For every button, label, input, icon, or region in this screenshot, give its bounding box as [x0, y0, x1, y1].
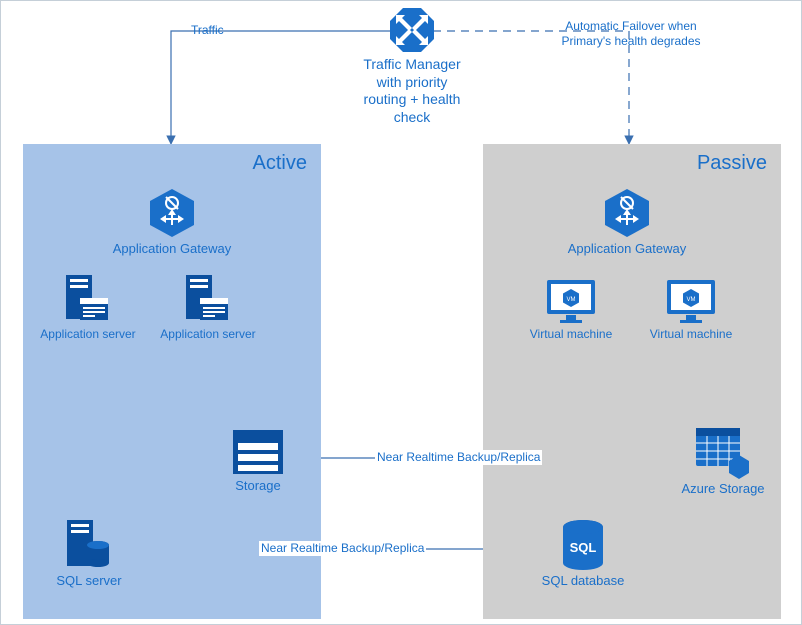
- app-server-2-icon: [184, 274, 230, 324]
- svg-text:SQL: SQL: [570, 540, 597, 555]
- vm-2-icon: VM: [666, 279, 716, 323]
- app-gateway-icon: [146, 187, 198, 239]
- sql-server-label: SQL server: [51, 573, 127, 589]
- passive-app-gateway-icon: [601, 187, 653, 239]
- app-server-1-icon: [64, 274, 110, 324]
- vm-1-icon: VM: [546, 279, 596, 323]
- architecture-diagram: Traffic Manager with priority routing + …: [0, 0, 802, 625]
- passive-title: Passive: [697, 152, 767, 175]
- traffic-manager-icon: [389, 7, 435, 53]
- sql-database-icon: SQL: [561, 519, 605, 571]
- sql-database-label: SQL database: [535, 573, 631, 589]
- passive-app-gateway-label: Application Gateway: [564, 241, 690, 257]
- sql-replica-label: Near Realtime Backup/Replica: [259, 541, 426, 556]
- failover-label: Automatic Failover when Primary's health…: [531, 19, 731, 49]
- storage-replica-label: Near Realtime Backup/Replica: [375, 450, 542, 465]
- app-server-1-label: Application server: [33, 327, 143, 342]
- vm-1-label: Virtual machine: [518, 327, 624, 342]
- storage-label: Storage: [221, 478, 295, 494]
- azure-storage-icon: [695, 427, 751, 479]
- sql-server-icon: [65, 519, 111, 571]
- svg-text:VM: VM: [567, 297, 576, 303]
- active-title: Active: [253, 152, 307, 175]
- azure-storage-label: Azure Storage: [675, 481, 771, 497]
- app-server-2-label: Application server: [153, 327, 263, 342]
- vm-2-label: Virtual machine: [638, 327, 744, 342]
- storage-icon: [232, 429, 284, 475]
- traffic-manager-caption: Traffic Manager with priority routing + …: [351, 56, 473, 126]
- svg-text:VM: VM: [687, 297, 696, 303]
- active-app-gateway-label: Application Gateway: [109, 241, 235, 257]
- traffic-label: Traffic: [191, 23, 224, 38]
